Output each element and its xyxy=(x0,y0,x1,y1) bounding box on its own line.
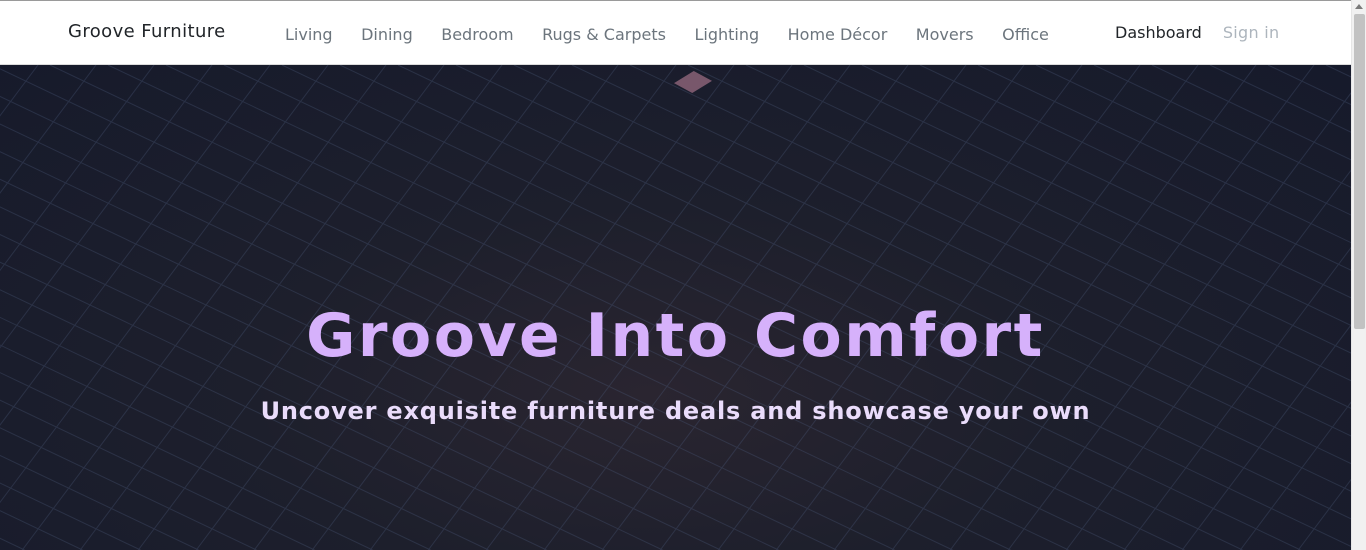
hero-section: Groove Into Comfort Uncover exquisite fu… xyxy=(0,65,1351,550)
nav-link-bedroom[interactable]: Bedroom xyxy=(441,25,513,44)
hero-subtitle: Uncover exquisite furniture deals and sh… xyxy=(260,397,1091,425)
page-scrollbar[interactable] xyxy=(1351,0,1366,550)
nav-link-movers[interactable]: Movers xyxy=(916,25,974,44)
nav-actions: Dashboard Sign in xyxy=(1115,23,1279,42)
nav-link-dining[interactable]: Dining xyxy=(361,25,413,44)
dashboard-link[interactable]: Dashboard xyxy=(1115,23,1202,42)
scrollbar-thumb[interactable] xyxy=(1354,14,1365,329)
nav-link-lighting[interactable]: Lighting xyxy=(694,25,759,44)
nav-link-home-decor[interactable]: Home Décor xyxy=(788,25,888,44)
navbar: Groove Furniture Living Dining Bedroom R… xyxy=(0,1,1351,65)
nav-links: Living Dining Bedroom Rugs & Carpets Lig… xyxy=(285,25,1077,44)
nav-link-office[interactable]: Office xyxy=(1002,25,1049,44)
sign-in-link[interactable]: Sign in xyxy=(1223,23,1280,42)
nav-link-living[interactable]: Living xyxy=(285,25,333,44)
brand-logo-link[interactable]: Groove Furniture xyxy=(68,21,226,42)
hero-title: Groove Into Comfort xyxy=(306,301,1045,371)
nav-link-rugs-carpets[interactable]: Rugs & Carpets xyxy=(542,25,666,44)
scroll-up-arrow-icon[interactable] xyxy=(1355,4,1363,9)
page: Groove Furniture Living Dining Bedroom R… xyxy=(0,0,1366,550)
